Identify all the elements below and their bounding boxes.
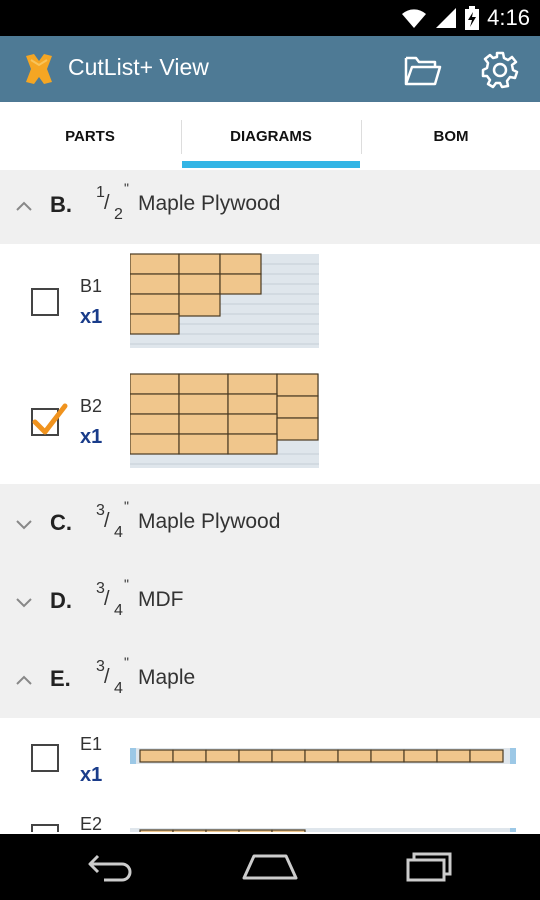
group-letter: C. bbox=[50, 510, 72, 535]
list-item-e1[interactable]: E1 x1 bbox=[0, 718, 540, 799]
recent-apps-icon bbox=[406, 852, 452, 882]
checkbox-b1[interactable] bbox=[31, 288, 59, 316]
item-name: E2 bbox=[80, 814, 103, 832]
thickness-fraction: 1 / 2 " bbox=[96, 180, 136, 230]
group-letter: E. bbox=[50, 666, 71, 691]
navigation-bar bbox=[0, 834, 540, 900]
checkbox-b2[interactable] bbox=[31, 403, 68, 436]
chevron-down-icon bbox=[16, 520, 32, 530]
tab-diagrams[interactable]: DIAGRAMS bbox=[181, 102, 361, 170]
inch-mark: " bbox=[124, 498, 129, 514]
list-item-b2[interactable]: B2 x1 bbox=[0, 362, 540, 485]
tab-parts[interactable]: PARTS bbox=[0, 102, 180, 170]
app-bar: CutList+ View bbox=[0, 36, 540, 102]
group-material: Maple bbox=[138, 666, 196, 689]
fraction-denominator: 4 bbox=[114, 524, 123, 541]
thickness-fraction: 3 / 4 " bbox=[96, 654, 136, 704]
inch-mark: " bbox=[124, 654, 129, 670]
inch-mark: " bbox=[124, 180, 129, 196]
home-button[interactable] bbox=[240, 848, 300, 884]
status-time: 4:16 bbox=[487, 5, 530, 30]
sheet-diagram-e2[interactable] bbox=[130, 826, 520, 832]
fraction-denominator: 4 bbox=[114, 680, 123, 697]
cutlist-logo-icon bbox=[26, 54, 52, 84]
list-item-b1[interactable]: B1 x1 bbox=[0, 244, 540, 363]
item-name: B1 bbox=[80, 276, 103, 296]
group-letter: B. bbox=[50, 192, 72, 217]
fraction-slash: / bbox=[104, 666, 110, 688]
item-name: E1 bbox=[80, 734, 103, 754]
status-icons: 4:16 bbox=[401, 0, 530, 36]
group-header-c[interactable]: C. 3 / 4 " Maple Plywood bbox=[0, 484, 540, 563]
fraction-slash: / bbox=[104, 192, 110, 214]
back-icon bbox=[88, 854, 132, 882]
recent-apps-button[interactable] bbox=[400, 848, 460, 884]
chevron-down-icon bbox=[16, 598, 32, 608]
back-button[interactable] bbox=[82, 848, 142, 884]
checkbox-e2[interactable] bbox=[31, 824, 59, 832]
fraction-denominator: 2 bbox=[114, 206, 123, 223]
group-header-b[interactable]: B. 1 / 2 " Maple Plywood bbox=[0, 170, 540, 245]
tab-bom[interactable]: BOM bbox=[361, 102, 540, 170]
chevron-up-icon bbox=[16, 675, 32, 685]
item-qty: x1 bbox=[80, 306, 103, 328]
diagram-list[interactable]: B. 1 / 2 " Maple Plywood B1 x1 B2 x1 C. … bbox=[0, 170, 540, 832]
home-icon bbox=[242, 854, 298, 880]
fraction-slash: / bbox=[104, 588, 110, 610]
settings-button[interactable] bbox=[480, 50, 520, 90]
thickness-fraction: 3 / 4 " bbox=[96, 498, 136, 548]
inch-mark: " bbox=[124, 576, 129, 592]
chevron-up-icon bbox=[16, 201, 32, 211]
checkmark-icon bbox=[32, 403, 68, 435]
selected-tab-indicator bbox=[182, 161, 360, 168]
group-header-d[interactable]: D. 3 / 4 " MDF bbox=[0, 562, 540, 641]
sheet-diagram-b2[interactable] bbox=[130, 372, 320, 470]
fraction-denominator: 4 bbox=[114, 602, 123, 619]
folder-open-icon bbox=[404, 56, 442, 86]
checkbox-e1[interactable] bbox=[31, 744, 59, 772]
gear-icon bbox=[481, 51, 519, 89]
sheet-diagram-b1[interactable] bbox=[130, 252, 320, 350]
sheet-diagram-e1[interactable] bbox=[130, 746, 520, 768]
status-bar: 4:16 bbox=[0, 0, 540, 36]
tab-bar: PARTS DIAGRAMS BOM bbox=[0, 102, 540, 170]
item-qty: x1 bbox=[80, 764, 103, 786]
wifi-icon bbox=[402, 9, 427, 28]
group-material: MDF bbox=[138, 588, 184, 611]
group-header-e[interactable]: E. 3 / 4 " Maple bbox=[0, 640, 540, 719]
app-title: CutList+ View bbox=[68, 54, 209, 80]
list-item-e2[interactable]: E2 x1 bbox=[0, 798, 540, 832]
group-material: Maple Plywood bbox=[138, 192, 281, 215]
group-material: Maple Plywood bbox=[138, 510, 281, 533]
battery-charging-icon bbox=[465, 6, 480, 30]
thickness-fraction: 3 / 4 " bbox=[96, 576, 136, 626]
item-qty: x1 bbox=[80, 426, 103, 448]
fraction-slash: / bbox=[104, 510, 110, 532]
signal-icon bbox=[436, 8, 457, 28]
open-folder-button[interactable] bbox=[402, 50, 442, 90]
group-letter: D. bbox=[50, 588, 72, 613]
item-name: B2 bbox=[80, 396, 103, 416]
